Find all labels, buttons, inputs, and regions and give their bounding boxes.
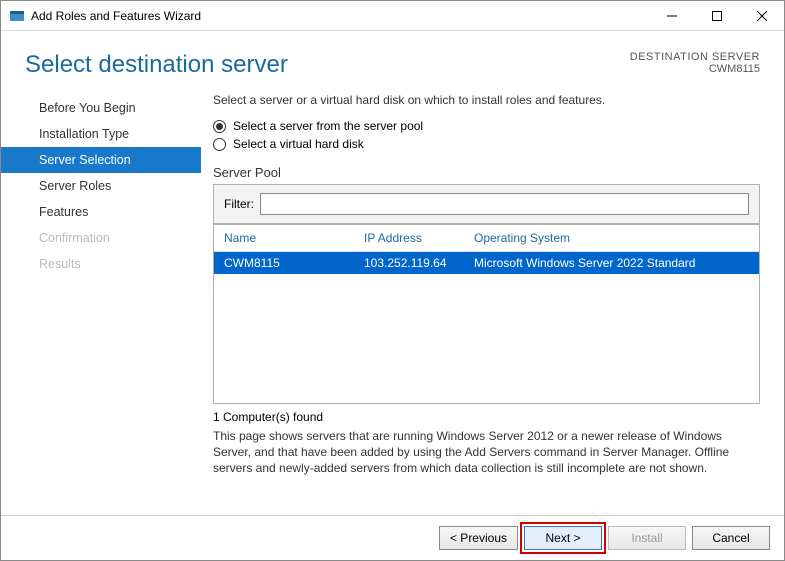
destination-value: CWM8115 <box>630 63 760 75</box>
sidebar: Before You Begin Installation Type Serve… <box>1 89 201 515</box>
cancel-button[interactable]: Cancel <box>692 526 770 550</box>
cell-os: Microsoft Windows Server 2022 Standard <box>474 256 749 270</box>
col-name[interactable]: Name <box>224 231 364 245</box>
col-os[interactable]: Operating System <box>474 231 749 245</box>
page-title: Select destination server <box>25 51 630 79</box>
intro-text: Select a server or a virtual hard disk o… <box>213 93 760 107</box>
previous-button[interactable]: < Previous <box>439 526 518 550</box>
minimize-button[interactable] <box>649 1 694 30</box>
destination-box: DESTINATION SERVER CWM8115 <box>630 51 760 75</box>
step-server-selection[interactable]: Server Selection <box>1 147 201 173</box>
list-header: Name IP Address Operating System <box>214 225 759 252</box>
window-controls <box>649 1 784 30</box>
step-results: Results <box>1 251 201 277</box>
filter-input[interactable] <box>260 193 749 215</box>
maximize-button[interactable] <box>694 1 739 30</box>
computer-count: 1 Computer(s) found <box>213 410 760 424</box>
titlebar: Add Roles and Features Wizard <box>1 1 784 31</box>
app-icon <box>9 8 25 24</box>
close-button[interactable] <box>739 1 784 30</box>
install-button: Install <box>608 526 686 550</box>
radio-icon <box>213 120 226 133</box>
radio-label: Select a virtual hard disk <box>233 137 364 151</box>
step-features[interactable]: Features <box>1 199 201 225</box>
button-bar: < Previous Next > Install Cancel <box>1 515 784 560</box>
step-server-roles[interactable]: Server Roles <box>1 173 201 199</box>
header: Select destination server DESTINATION SE… <box>1 31 784 89</box>
server-pool-label: Server Pool <box>213 165 760 180</box>
server-row[interactable]: CWM8115 103.252.119.64 Microsoft Windows… <box>214 252 759 274</box>
wizard-window: Add Roles and Features Wizard Select des… <box>0 0 785 561</box>
body: Before You Begin Installation Type Serve… <box>1 89 784 515</box>
description-text: This page shows servers that are running… <box>213 428 760 476</box>
server-list: Name IP Address Operating System CWM8115… <box>213 224 760 404</box>
radio-server-pool[interactable]: Select a server from the server pool <box>213 119 760 133</box>
radio-vhd[interactable]: Select a virtual hard disk <box>213 137 760 151</box>
next-button[interactable]: Next > <box>524 526 602 550</box>
cell-name: CWM8115 <box>224 256 364 270</box>
filter-box: Filter: <box>213 184 760 224</box>
step-installation-type[interactable]: Installation Type <box>1 121 201 147</box>
filter-label: Filter: <box>224 197 254 211</box>
col-ip[interactable]: IP Address <box>364 231 474 245</box>
step-confirmation: Confirmation <box>1 225 201 251</box>
step-before-you-begin[interactable]: Before You Begin <box>1 95 201 121</box>
window-title: Add Roles and Features Wizard <box>31 9 649 23</box>
cell-ip: 103.252.119.64 <box>364 256 474 270</box>
main-panel: Select a server or a virtual hard disk o… <box>201 89 772 515</box>
destination-label: DESTINATION SERVER <box>630 51 760 63</box>
radio-label: Select a server from the server pool <box>233 119 423 133</box>
radio-icon <box>213 138 226 151</box>
